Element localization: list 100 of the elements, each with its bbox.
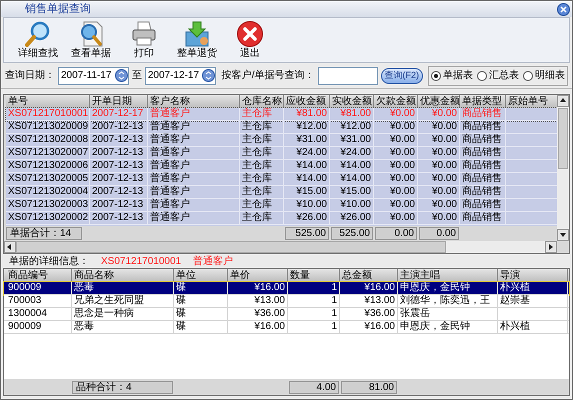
table-cell: ¥24.00	[340, 147, 371, 159]
table-cell: 朴兴植	[500, 282, 530, 294]
table-cell: 商品销售	[462, 160, 502, 172]
table-cell: 商品销售	[462, 186, 502, 198]
table-cell: ¥14.00	[296, 160, 327, 172]
table-cell: ¥15.00	[340, 186, 371, 198]
close-button[interactable]	[557, 2, 570, 16]
table-cell: ¥81.00	[340, 108, 371, 120]
query-button[interactable]: 查询(F2)	[380, 68, 423, 84]
scroll-arrow-button[interactable]	[545, 241, 557, 253]
table-cell: ¥15.00	[296, 186, 327, 198]
horizontal-scrollbar[interactable]	[4, 241, 557, 253]
table-cell: ¥16.00	[254, 321, 285, 333]
table-cell: XS071213020008	[8, 134, 88, 146]
table-cell: 赵崇基	[500, 295, 530, 307]
table-cell: 2007-12-17	[92, 108, 144, 120]
toolbar-button[interactable]: 查看单据	[71, 20, 111, 60]
search-field[interactable]	[318, 66, 378, 84]
magnifier-icon	[24, 20, 52, 48]
total-value: 525.00	[285, 227, 329, 240]
table-row[interactable]: XS071213020002 2007-12-13 普通客户 主仓库 ¥26.00 ¥26.00 ¥0.00 ¥0.00 商品销售	[6, 212, 557, 225]
table-cell: 主仓库	[242, 199, 272, 211]
table-cell: ¥26.00	[296, 212, 327, 224]
table-cell: ¥0.00	[390, 134, 415, 146]
table-cell: ¥12.00	[340, 121, 371, 133]
table-cell: 商品销售	[462, 108, 502, 120]
table-cell: 申恩庆，金民钟	[400, 321, 470, 333]
table-row[interactable]: XS071213020006 2007-12-13 普通客户 主仓库 ¥14.00 ¥14.00 ¥0.00 ¥0.00 商品销售	[6, 160, 557, 173]
quantity-total: 4.00	[289, 380, 339, 394]
table-row[interactable]: XS071213020008 2007-12-13 普通客户 主仓库 ¥31.00 ¥31.00 ¥0.00 ¥0.00 商品销售	[6, 134, 557, 147]
table-cell: 普通客户	[150, 212, 190, 224]
table-cell: 普通客户	[150, 147, 190, 159]
table-row[interactable]: XS071213020007 2007-12-13 普通客户 主仓库 ¥24.00 ¥24.00 ¥0.00 ¥0.00 商品销售	[6, 147, 557, 160]
toolbar-button[interactable]: 整单退货	[177, 20, 217, 60]
total-value: 525.00	[331, 227, 373, 240]
table-cell: 普通客户	[150, 121, 190, 133]
spin-icon	[202, 69, 215, 82]
table-cell: XS071213020005	[8, 173, 88, 185]
amount-total: 81.00	[341, 380, 397, 394]
table-row[interactable]: XS071213020003 2007-12-13 普通客户 主仓库 ¥10.00 ¥10.00 ¥0.00 ¥0.00 商品销售	[6, 199, 557, 212]
table-cell: ¥0.00	[390, 186, 415, 198]
table-cell: 张震岳	[400, 308, 430, 320]
table-row[interactable]: 1300004 思念是一种病 碟 ¥36.00 1 ¥36.00 张震岳	[4, 308, 569, 321]
table-row[interactable]: 700003 兄弟之生死同盟 碟 ¥13.00 1 ¥13.00 刘德华，陈奕迅，王 赵崇基	[4, 295, 569, 308]
search-label: 按客户/单据号查询：	[222, 68, 314, 83]
table-cell: ¥0.00	[432, 212, 457, 224]
table-cell: ¥0.00	[432, 121, 457, 133]
table-cell: 2007-12-13	[92, 134, 144, 146]
table-cell: ¥0.00	[390, 121, 415, 133]
table-cell: 申恩庆，金民钟	[400, 282, 470, 294]
table-row[interactable]: XS071213020009 2007-12-13 普通客户 主仓库 ¥12.00 ¥12.00 ¥0.00 ¥0.00 商品销售	[6, 121, 557, 134]
table-cell: 主仓库	[242, 108, 272, 120]
table-cell: 主仓库	[242, 134, 272, 146]
table-row[interactable]: 900009 恶毒 碟 ¥16.00 1 ¥16.00 申恩庆，金民钟 朴兴植	[4, 321, 569, 334]
table-cell: ¥0.00	[390, 199, 415, 211]
table-row[interactable]: XS071213020004 2007-12-13 普通客户 主仓库 ¥15.00 ¥15.00 ¥0.00 ¥0.00 商品销售	[6, 186, 557, 199]
table-cell: 碟	[176, 282, 186, 294]
table-cell: 主仓库	[242, 121, 272, 133]
table-cell: 2007-12-13	[92, 199, 144, 211]
printer-icon	[130, 20, 158, 48]
table-cell: ¥14.00	[340, 173, 371, 185]
customer-name: 普通客户	[193, 254, 234, 268]
toolbar-button[interactable]: 退出	[230, 20, 270, 60]
table-cell: 碟	[176, 295, 186, 307]
date-field[interactable]: 2007-11-17	[58, 66, 129, 84]
table-cell: 1	[331, 295, 337, 307]
scroll-arrow-button[interactable]	[557, 229, 569, 241]
table-cell: ¥0.00	[390, 160, 415, 172]
scroll-arrow-button[interactable]	[4, 241, 16, 253]
table-cell: 900009	[8, 282, 42, 294]
table-row[interactable]: 900009 恶毒 碟 ¥16.00 1 ¥16.00 申恩庆，金民钟 朴兴植	[4, 282, 569, 295]
table-cell: 思念是一种病	[74, 308, 134, 320]
range-separator: 至	[132, 69, 142, 83]
toolbar-button[interactable]: 详细查找	[18, 20, 58, 60]
date-field[interactable]: 2007-12-17	[144, 66, 216, 84]
table-cell: ¥10.00	[340, 199, 371, 211]
total-value: 0.00	[375, 227, 417, 240]
table-cell: ¥10.00	[296, 199, 327, 211]
date-label: 查询日期：	[5, 68, 55, 83]
table-cell: ¥0.00	[390, 147, 415, 159]
spin-icon	[114, 69, 128, 82]
table-cell: 2007-12-13	[92, 186, 144, 198]
view-radio[interactable]: 单据表	[431, 68, 473, 83]
table-cell: ¥0.00	[432, 147, 457, 159]
toolbar-button[interactable]: 打印	[124, 20, 164, 60]
table-cell: 兄弟之生死同盟	[74, 295, 144, 307]
table-cell: ¥36.00	[254, 308, 285, 320]
view-radio[interactable]: 明细表	[523, 68, 565, 83]
table-cell: 商品销售	[462, 173, 502, 185]
table-cell: ¥0.00	[432, 160, 457, 172]
view-radio[interactable]: 汇总表	[477, 68, 519, 83]
vertical-scrollbar[interactable]	[557, 95, 569, 241]
window-title: 销售单据查询	[25, 4, 91, 14]
table-cell: 商品销售	[462, 199, 502, 211]
table-cell: 普通客户	[150, 199, 190, 211]
table-cell: 700003	[8, 295, 42, 307]
table-row[interactable]: XS071213020005 2007-12-13 普通客户 主仓库 ¥14.00 ¥14.00 ¥0.00 ¥0.00 商品销售	[6, 173, 557, 186]
scroll-arrow-button[interactable]	[557, 95, 569, 107]
item-count: 品种合计：4	[72, 380, 173, 394]
table-cell: 主仓库	[242, 186, 272, 198]
